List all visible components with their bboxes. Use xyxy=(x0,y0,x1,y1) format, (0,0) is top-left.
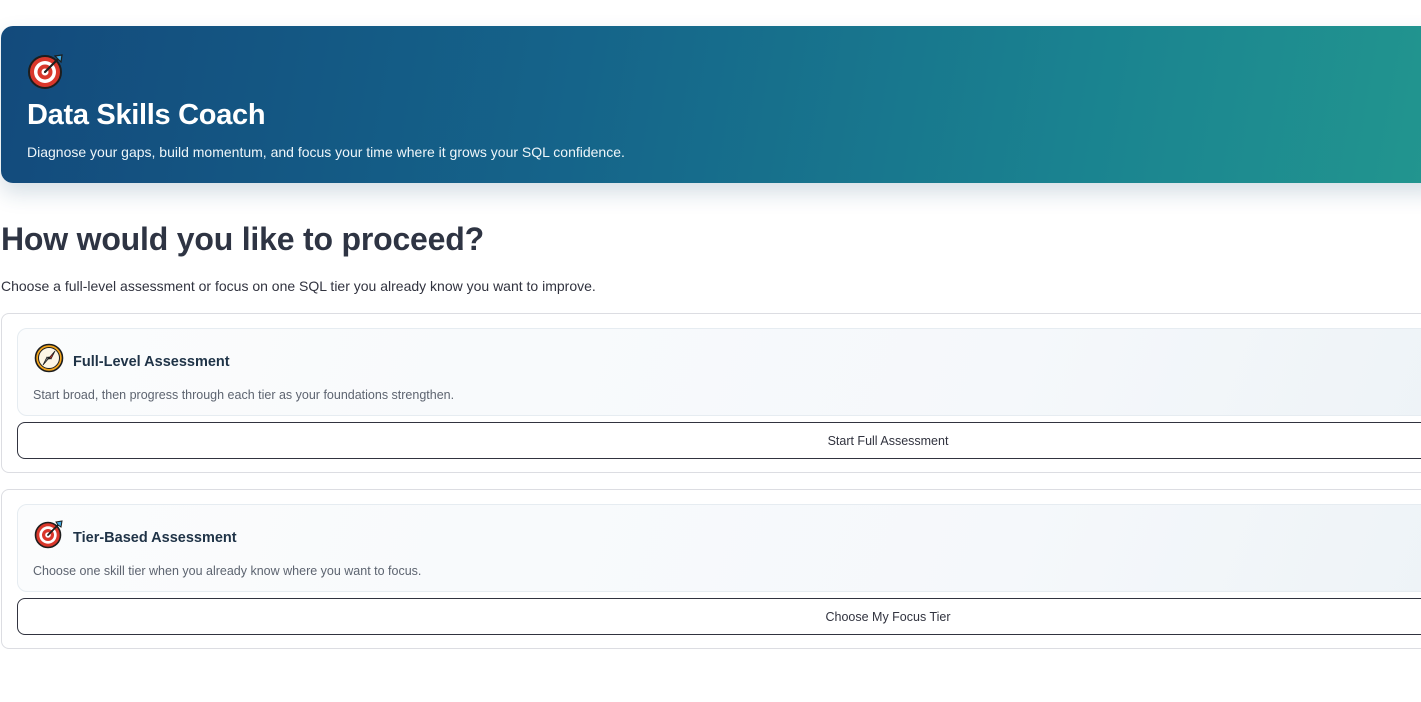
page: Data Skills Coach Diagnose your gaps, bu… xyxy=(0,0,1421,702)
page-heading: How would you like to proceed? xyxy=(1,221,484,257)
button-label: Start Full Assessment xyxy=(827,433,949,448)
compass-icon xyxy=(34,343,64,373)
tier-assessment-option: Tier-Based Assessment Choose one skill t… xyxy=(1,489,1421,649)
page-lead-text: Choose a full-level assessment or focus … xyxy=(1,278,596,294)
tier-assessment-card: Tier-Based Assessment Choose one skill t… xyxy=(17,504,1421,592)
target-icon xyxy=(34,520,63,549)
app-title: Data Skills Coach xyxy=(27,99,266,131)
full-assessment-option: Full-Level Assessment Start broad, then … xyxy=(1,313,1421,473)
option-description: Start broad, then progress through each … xyxy=(33,388,455,402)
full-assessment-card: Full-Level Assessment Start broad, then … xyxy=(17,328,1421,416)
start-full-assessment-button[interactable]: Start Full Assessment xyxy=(17,422,1421,459)
button-label: Choose My Focus Tier xyxy=(825,609,951,624)
option-title: Tier-Based Assessment xyxy=(73,530,237,546)
choose-focus-tier-button[interactable]: Choose My Focus Tier xyxy=(17,598,1421,635)
option-title: Full-Level Assessment xyxy=(73,354,230,370)
hero-banner: Data Skills Coach Diagnose your gaps, bu… xyxy=(1,26,1421,183)
option-description: Choose one skill tier when you already k… xyxy=(33,564,422,578)
app-subtitle: Diagnose your gaps, build momentum, and … xyxy=(27,144,625,160)
target-icon xyxy=(28,54,63,89)
